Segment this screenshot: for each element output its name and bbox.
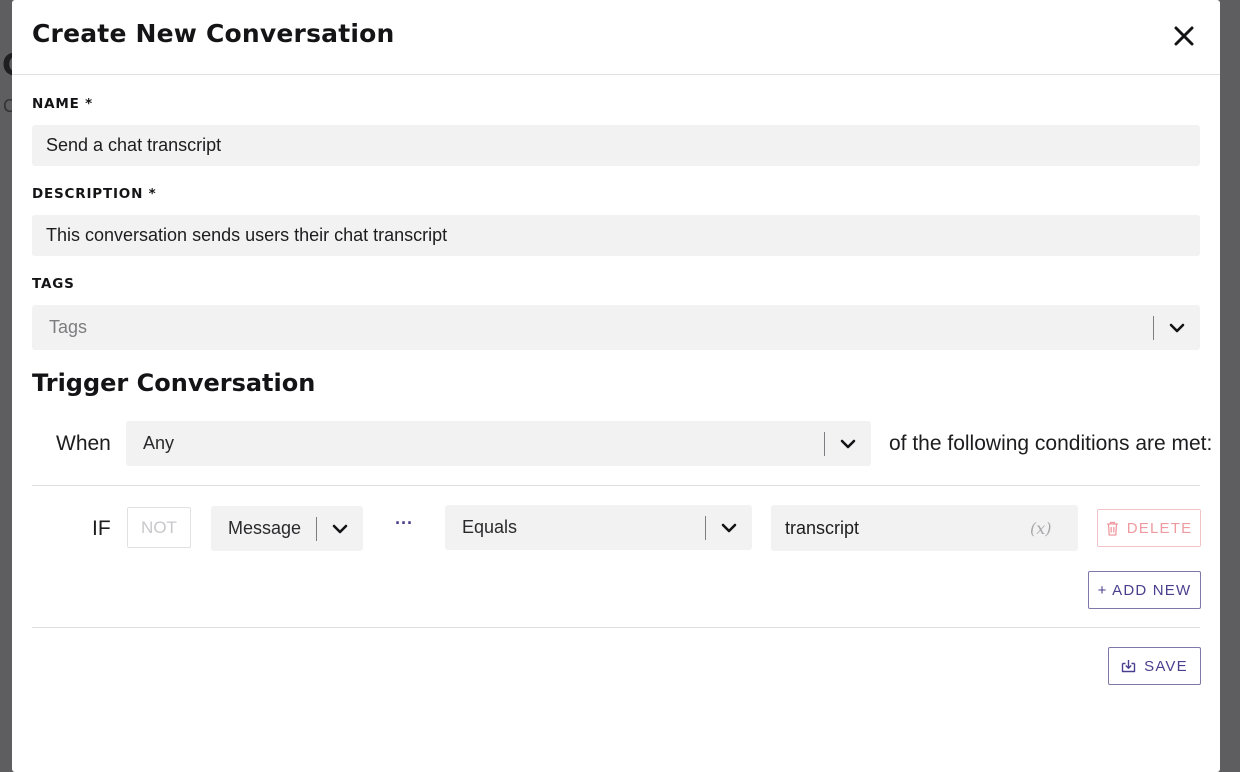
tags-label: TAGS — [32, 276, 75, 292]
condition-value-text: transcript — [785, 517, 860, 538]
create-conversation-modal: Create New Conversation NAME * Send a ch… — [12, 0, 1220, 772]
description-input-value: This conversation sends users their chat… — [46, 225, 448, 245]
delete-label: DELETE — [1126, 519, 1193, 537]
match-type-value: Any — [143, 433, 175, 453]
description-input[interactable]: This conversation sends users their chat… — [32, 215, 1200, 256]
name-input[interactable]: Send a chat transcript — [32, 125, 1200, 166]
chevron-down-icon — [840, 439, 856, 448]
match-type-select[interactable]: Any — [126, 421, 871, 466]
condition-field-value: Message — [228, 518, 302, 538]
chevron-down-icon — [332, 524, 348, 533]
condition-field-dropdown-toggle[interactable] — [317, 524, 363, 534]
trash-icon — [1106, 521, 1118, 536]
modal-header: Create New Conversation — [12, 0, 1220, 75]
match-type-dropdown-toggle[interactable] — [825, 439, 871, 449]
divider — [32, 485, 1200, 486]
conditions-suffix-text: of the following conditions are met: — [889, 432, 1213, 455]
add-new-condition-button[interactable]: + ADD NEW — [1088, 571, 1201, 609]
condition-operator-select[interactable]: Equals — [445, 505, 752, 550]
name-label: NAME * — [32, 96, 93, 112]
tags-placeholder: Tags — [49, 317, 88, 337]
variable-icon[interactable]: (x) — [1030, 519, 1078, 538]
delete-condition-button[interactable]: DELETE — [1097, 509, 1201, 547]
close-icon — [1174, 26, 1194, 46]
divider — [32, 627, 1200, 628]
description-label: DESCRIPTION * — [32, 186, 157, 202]
when-label: When — [56, 432, 111, 455]
tags-select[interactable]: Tags — [32, 305, 1200, 350]
close-button[interactable] — [1170, 22, 1198, 50]
trigger-section-title: Trigger Conversation — [32, 369, 316, 397]
chevron-down-icon — [721, 523, 737, 532]
tags-dropdown-toggle[interactable] — [1154, 323, 1200, 333]
condition-value-input[interactable]: transcript (x) — [771, 505, 1078, 551]
save-button[interactable]: SAVE — [1108, 647, 1201, 685]
save-icon — [1121, 660, 1136, 673]
not-label: NOT — [141, 517, 177, 537]
condition-field-select[interactable]: Message — [211, 506, 363, 551]
add-new-label: + ADD NEW — [1097, 581, 1192, 599]
more-options-icon[interactable]: ··· — [395, 513, 413, 534]
if-label: IF — [92, 517, 111, 540]
name-input-value: Send a chat transcript — [46, 135, 222, 155]
modal-title: Create New Conversation — [32, 19, 395, 48]
not-toggle-button[interactable]: NOT — [127, 507, 191, 548]
condition-operator-dropdown-toggle[interactable] — [706, 523, 752, 533]
condition-operator-value: Equals — [462, 517, 518, 537]
save-label: SAVE — [1144, 657, 1188, 675]
chevron-down-icon — [1169, 323, 1185, 332]
